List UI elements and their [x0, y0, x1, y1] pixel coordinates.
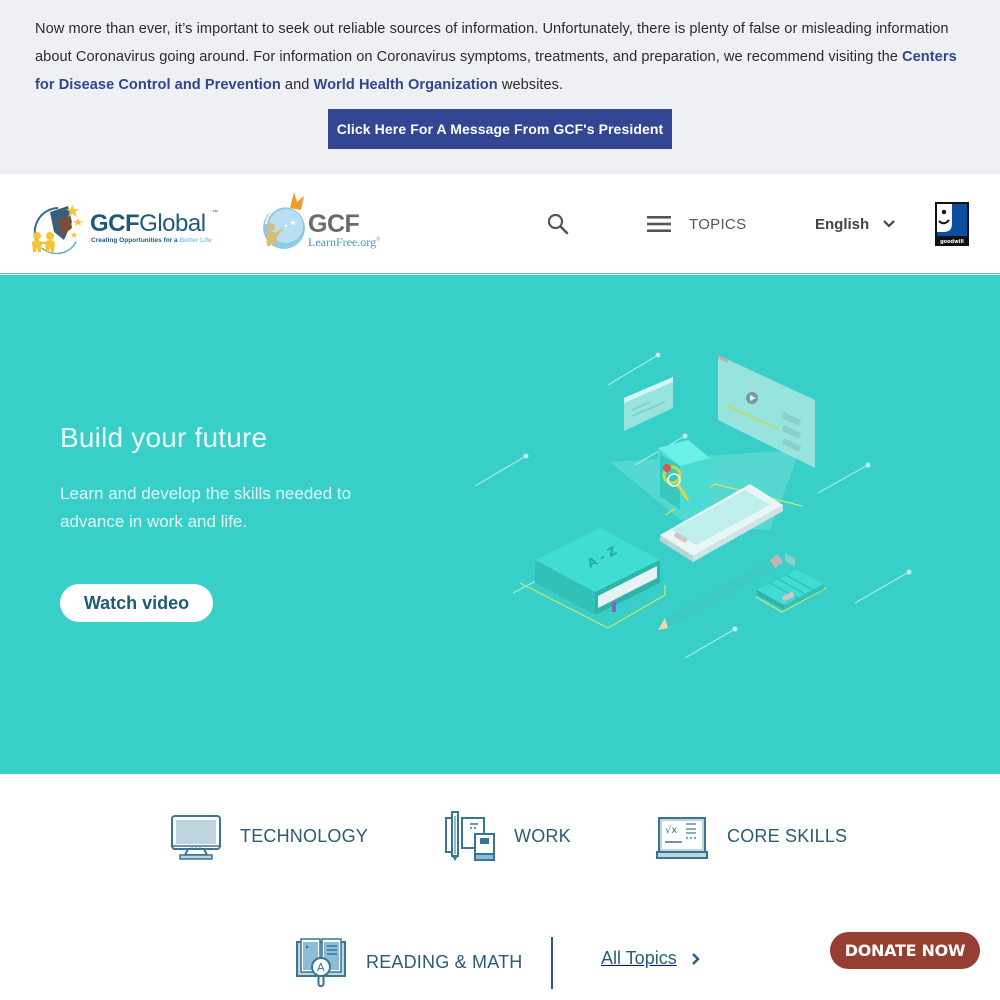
who-link[interactable]: World Health Organization	[314, 77, 498, 93]
calculator	[755, 570, 827, 613]
learnfree-subtitle: LearnFree.org®	[308, 235, 381, 249]
topics-divider	[551, 937, 553, 989]
hero-subtitle: Learn and develop the skills needed to a…	[60, 484, 352, 531]
topic-core-skills[interactable]: √x CORE SKILLS	[656, 810, 847, 862]
topic-core-skills-label: CORE SKILLS	[727, 825, 848, 846]
gcfglobal-logo[interactable]: GCFGlobal ™ Creating Opportunities for a…	[28, 202, 218, 254]
dictionary-book: A - Z	[519, 528, 666, 629]
alert-text-end: websites.	[497, 77, 564, 93]
gcfglobal-tagline: Creating Opportunities for a Better Life	[91, 237, 212, 244]
hero-title: Build your future	[60, 422, 268, 453]
chevron-down-icon	[883, 220, 895, 228]
svg-text:√x: √x	[665, 825, 677, 836]
alert-text-intro: Now more than ever, it’s important to se…	[35, 21, 949, 65]
all-topics-label: All Topics	[601, 948, 677, 968]
topic-work[interactable]: WORK	[444, 810, 571, 862]
topic-reading-math-label: READING & MATH	[366, 951, 523, 972]
hero-section: Build your future Learn and develop the …	[0, 275, 1000, 774]
alert-text-and: and	[280, 77, 314, 93]
learning-devices-illustration: A - Z	[474, 352, 912, 659]
chevron-right-icon	[691, 952, 700, 965]
gcfglobal-wordmark: GCFGlobal	[90, 210, 206, 237]
alert-message: Now more than ever, it’s important to se…	[35, 15, 965, 99]
president-message-button[interactable]: Click Here For A Message From GCF's Pres…	[328, 109, 672, 149]
learnfree-emblem-icon	[263, 192, 305, 249]
watch-video-button[interactable]: Watch video	[60, 584, 213, 622]
all-topics-link[interactable]: All Topics	[601, 948, 701, 969]
donate-now-button[interactable]: DONATE NOW	[830, 932, 980, 969]
open-book-magnifier-icon: A	[296, 938, 346, 987]
site-header: GCFGlobal ™ Creating Opportunities for a…	[0, 174, 1000, 274]
topic-work-label: WORK	[514, 825, 571, 846]
goodwill-logo-icon: goodwill	[935, 202, 969, 246]
search-icon	[547, 213, 569, 235]
trademark-symbol: ™	[212, 210, 218, 216]
search-button[interactable]	[546, 212, 570, 236]
svg-text:goodwill: goodwill	[940, 239, 964, 245]
pencil-books-icon	[445, 811, 495, 861]
covid-alert-banner: Now more than ever, it’s important to se…	[0, 0, 1000, 174]
learnfree-logo[interactable]: GCF LearnFree.org®	[260, 190, 400, 252]
topics-label: TOPICS	[689, 215, 747, 233]
topics-menu-button[interactable]: TOPICS	[646, 210, 746, 238]
goodwill-logo[interactable]: goodwill	[935, 202, 970, 248]
hamburger-menu-icon	[647, 216, 671, 232]
computer-monitor-icon	[171, 815, 221, 860]
language-selected-label: English	[815, 215, 870, 233]
gcfglobal-emblem-icon	[32, 204, 83, 254]
laptop-math-icon: √x	[656, 817, 708, 859]
topic-technology-label: TECHNOLOGY	[240, 825, 369, 846]
language-selector[interactable]: English	[815, 210, 896, 238]
svg-text:A: A	[317, 961, 325, 974]
topic-technology[interactable]: TECHNOLOGY	[170, 810, 368, 862]
topic-reading-math[interactable]: A READING & MATH	[295, 936, 522, 988]
floating-document-panel	[624, 377, 673, 431]
